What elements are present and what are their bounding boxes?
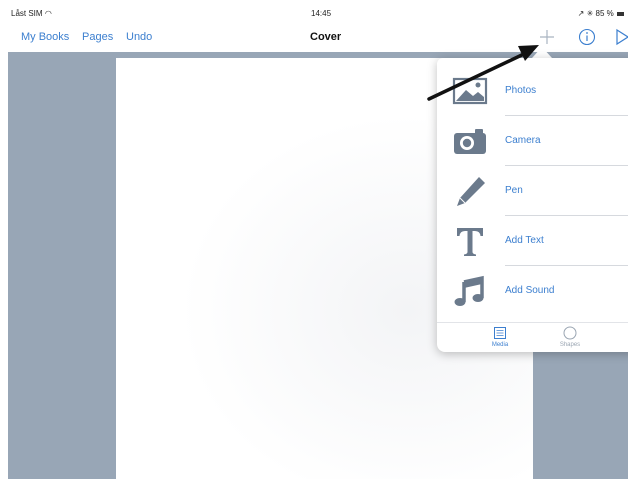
status-bar: Låst SIM ◠ 14:45 ↗ ✳ 85 % (8, 6, 628, 22)
undo-button[interactable]: Undo (126, 31, 152, 43)
music-note-icon (454, 275, 484, 306)
battery-percent: 85 % (595, 9, 614, 18)
popover-tab-bar: Media Shapes (437, 322, 628, 352)
menu-item-add-text[interactable]: Add Text (437, 216, 628, 266)
tab-media-label: Media (491, 342, 509, 348)
menu-item-photos[interactable]: Photos (437, 66, 628, 116)
circle-icon (563, 326, 577, 340)
info-icon[interactable] (578, 28, 596, 46)
popover-caret (532, 47, 552, 58)
tab-media[interactable]: Media (480, 326, 520, 348)
wifi-icon: ◠ (44, 9, 52, 18)
menu-item-label: Add Text (505, 235, 544, 246)
add-plus-icon[interactable] (539, 29, 555, 45)
page-title: Cover (310, 31, 342, 43)
play-icon[interactable] (615, 28, 628, 46)
menu-item-label: Camera (505, 135, 541, 146)
status-time: 14:45 (311, 9, 332, 18)
ipad-screen: Låst SIM ◠ 14:45 ↗ ✳ 85 % My Books Pages… (8, 6, 628, 479)
carrier-text: Låst SIM (11, 9, 43, 18)
camera-icon (454, 129, 486, 154)
pages-button[interactable]: Pages (82, 31, 113, 43)
battery-icon (617, 11, 624, 16)
menu-item-label: Add Sound (505, 285, 555, 296)
media-icon (494, 327, 506, 339)
photo-icon (452, 77, 488, 105)
menu-item-pen[interactable]: Pen (437, 166, 628, 216)
bluetooth-icon: ✳ (586, 9, 594, 18)
text-icon (457, 228, 483, 256)
menu-item-label: Pen (505, 185, 523, 196)
location-icon: ↗ (577, 9, 585, 18)
menu-item-add-sound[interactable]: Add Sound (437, 266, 628, 316)
my-books-button[interactable]: My Books (21, 31, 69, 43)
status-right: ↗ ✳ 85 % (578, 9, 624, 18)
carrier-label: Låst SIM ◠ (11, 9, 52, 18)
menu-item-camera[interactable]: Camera (437, 116, 628, 166)
insert-popover: Photos Camera Pen Add Text Add Sound Med… (437, 58, 628, 352)
menu-item-label: Photos (505, 85, 537, 96)
tab-shapes[interactable]: Shapes (550, 326, 590, 348)
tab-shapes-label: Shapes (559, 342, 581, 348)
pen-icon (457, 177, 485, 206)
